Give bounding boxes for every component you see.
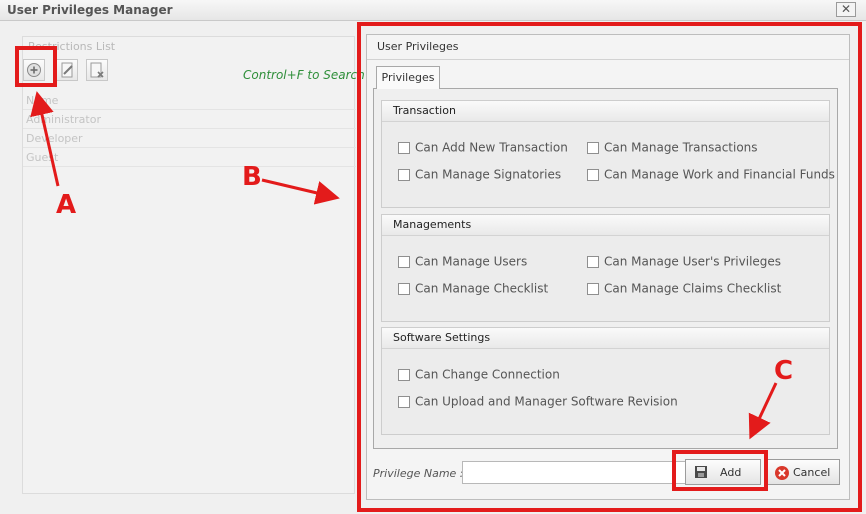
arrow-a bbox=[30, 91, 60, 187]
arrow-b bbox=[261, 178, 340, 205]
tab-privileges[interactable]: Privileges bbox=[376, 66, 440, 89]
arrow-c bbox=[748, 382, 778, 440]
annotation-label-b: B bbox=[242, 162, 262, 192]
annotation-label-a: A bbox=[56, 190, 77, 220]
annotation-label-c: C bbox=[774, 356, 794, 386]
